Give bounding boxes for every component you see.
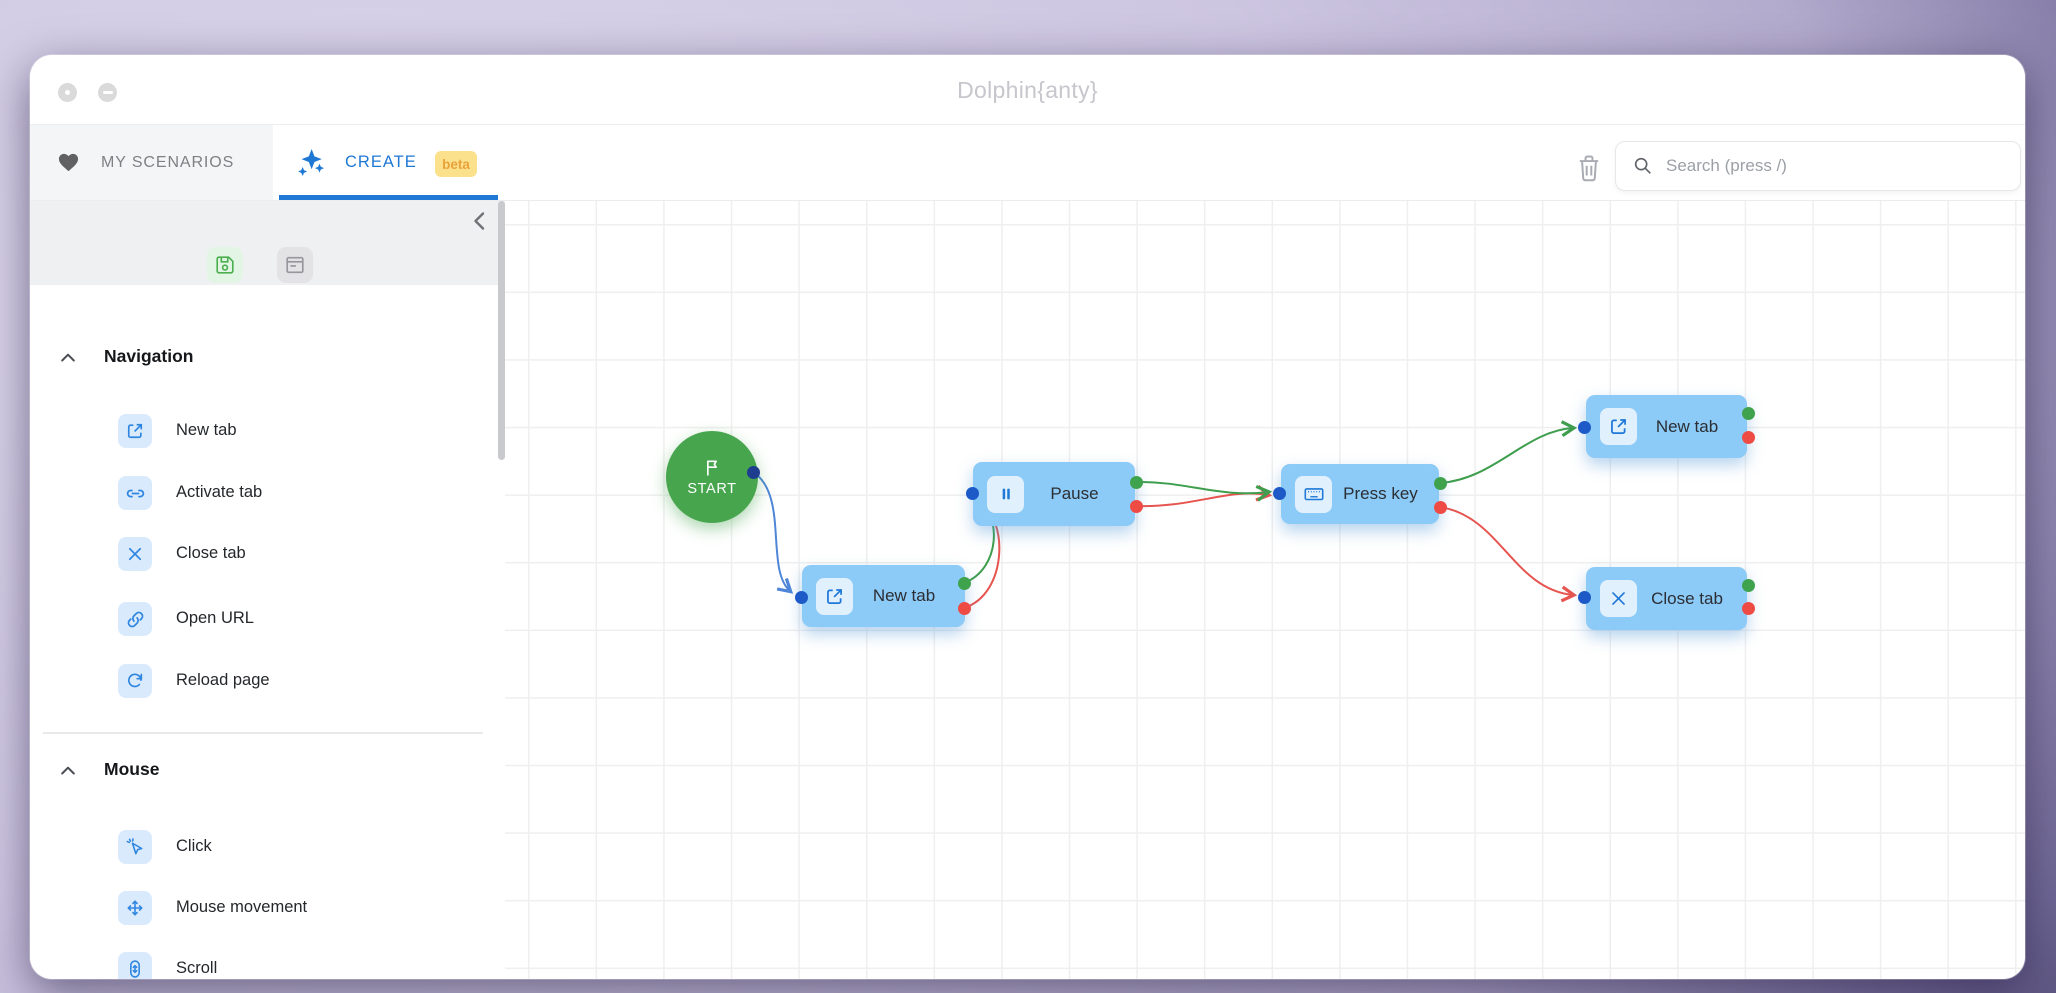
caret-up-icon[interactable] — [58, 348, 78, 368]
start-node-label: START — [687, 481, 736, 497]
port-presskey-error[interactable] — [1434, 501, 1447, 514]
activate-tab-icon — [125, 483, 146, 504]
port-closetab-error[interactable] — [1742, 602, 1755, 615]
reload-page-icon — [125, 671, 145, 691]
chevron-left-icon — [468, 209, 492, 233]
sidebar: Navigation New tab Activate tab Close ta… — [30, 201, 505, 979]
beta-badge: beta — [435, 151, 477, 177]
port-newtab2-error[interactable] — [1742, 431, 1755, 444]
port-newtab2-success[interactable] — [1742, 407, 1755, 420]
tab-bar: MY SCENARIOS CREATE beta — [30, 125, 2025, 201]
sidebar-item-reload-page[interactable]: Reload page — [30, 664, 498, 698]
click-icon — [125, 837, 145, 857]
collapse-sidebar-button[interactable] — [468, 209, 492, 233]
port-closetab-input[interactable] — [1578, 591, 1591, 604]
section-header-mouse[interactable]: Mouse — [104, 759, 159, 780]
node-pause[interactable]: Pause — [973, 462, 1135, 526]
save-icon — [214, 254, 236, 276]
sidebar-item-scroll[interactable]: Scroll — [30, 952, 498, 979]
sidebar-scrollbar[interactable] — [498, 201, 505, 460]
port-newtab1-success[interactable] — [958, 577, 971, 590]
port-newtab1-error[interactable] — [958, 602, 971, 615]
port-presskey-input[interactable] — [1273, 487, 1286, 500]
sidebar-item-close-tab[interactable]: Close tab — [30, 537, 498, 571]
edge-presskey-success-to-newtab2 — [1440, 428, 1573, 483]
start-node[interactable]: START — [666, 431, 758, 523]
port-pause-input[interactable] — [966, 487, 979, 500]
search-icon — [1632, 155, 1654, 177]
sidebar-toolbar-panel — [30, 201, 505, 285]
port-pause-success[interactable] — [1130, 476, 1143, 489]
sidebar-item-open-url[interactable]: Open URL — [30, 602, 498, 636]
port-closetab-success[interactable] — [1742, 579, 1755, 592]
search-box — [1615, 141, 2021, 191]
log-button[interactable] — [277, 247, 313, 283]
port-presskey-success[interactable] — [1434, 477, 1447, 490]
close-tab-icon — [1609, 589, 1628, 608]
log-icon — [284, 254, 306, 276]
app-title: Dolphin{anty} — [30, 77, 2025, 104]
tab-my-scenarios[interactable]: MY SCENARIOS — [30, 125, 273, 200]
port-newtab1-input[interactable] — [795, 591, 808, 604]
section-divider — [43, 732, 483, 734]
new-tab-icon — [1608, 416, 1629, 437]
trash-icon — [1575, 153, 1603, 183]
port-newtab2-input[interactable] — [1578, 421, 1591, 434]
node-new-tab-2[interactable]: New tab — [1586, 395, 1747, 458]
node-new-tab-1[interactable]: New tab — [802, 565, 965, 627]
search-input[interactable] — [1666, 156, 1996, 176]
close-tab-icon — [126, 545, 144, 563]
tab-create[interactable]: CREATE beta — [273, 125, 505, 200]
port-pause-error[interactable] — [1130, 500, 1143, 513]
node-press-key[interactable]: Press key — [1281, 464, 1439, 524]
sidebar-item-click[interactable]: Click — [30, 830, 498, 864]
active-tab-underline — [279, 195, 498, 200]
flow-canvas[interactable]: START New tab Pause Press key New tab Cl… — [505, 201, 2025, 979]
edge-start-to-newtab1 — [753, 472, 790, 591]
tab-create-label: CREATE — [345, 153, 417, 172]
pause-icon — [996, 484, 1016, 504]
open-url-icon — [125, 609, 146, 630]
section-header-navigation[interactable]: Navigation — [104, 346, 193, 367]
trash-button[interactable] — [1575, 153, 1603, 183]
sparkles-icon — [297, 149, 324, 176]
title-bar: Dolphin{anty} — [30, 55, 2025, 125]
caret-up-icon[interactable] — [58, 761, 78, 781]
node-close-tab[interactable]: Close tab — [1586, 567, 1747, 630]
port-start-output[interactable] — [747, 466, 760, 479]
new-tab-icon — [125, 421, 145, 441]
edge-pause-error-to-presskey — [1136, 494, 1268, 507]
tab-my-scenarios-label: MY SCENARIOS — [101, 154, 234, 172]
flag-icon — [702, 458, 722, 478]
edge-presskey-error-to-closetab — [1440, 507, 1573, 595]
edge-pause-success-to-presskey — [1136, 482, 1268, 493]
keyboard-icon — [1303, 483, 1325, 505]
sidebar-item-new-tab[interactable]: New tab — [30, 414, 498, 448]
sidebar-item-activate-tab[interactable]: Activate tab — [30, 476, 498, 510]
heart-icon — [57, 151, 80, 174]
sidebar-item-mouse-movement[interactable]: Mouse movement — [30, 891, 498, 925]
scroll-icon — [125, 959, 145, 979]
mouse-movement-icon — [125, 898, 145, 918]
save-scenario-button[interactable] — [207, 247, 243, 283]
new-tab-icon — [824, 586, 845, 607]
desktop-background: Dolphin{anty} MY SCENARIOS CREATE beta — [0, 0, 2056, 993]
flow-edges — [505, 201, 2025, 979]
app-window: Dolphin{anty} MY SCENARIOS CREATE beta — [30, 55, 2025, 979]
